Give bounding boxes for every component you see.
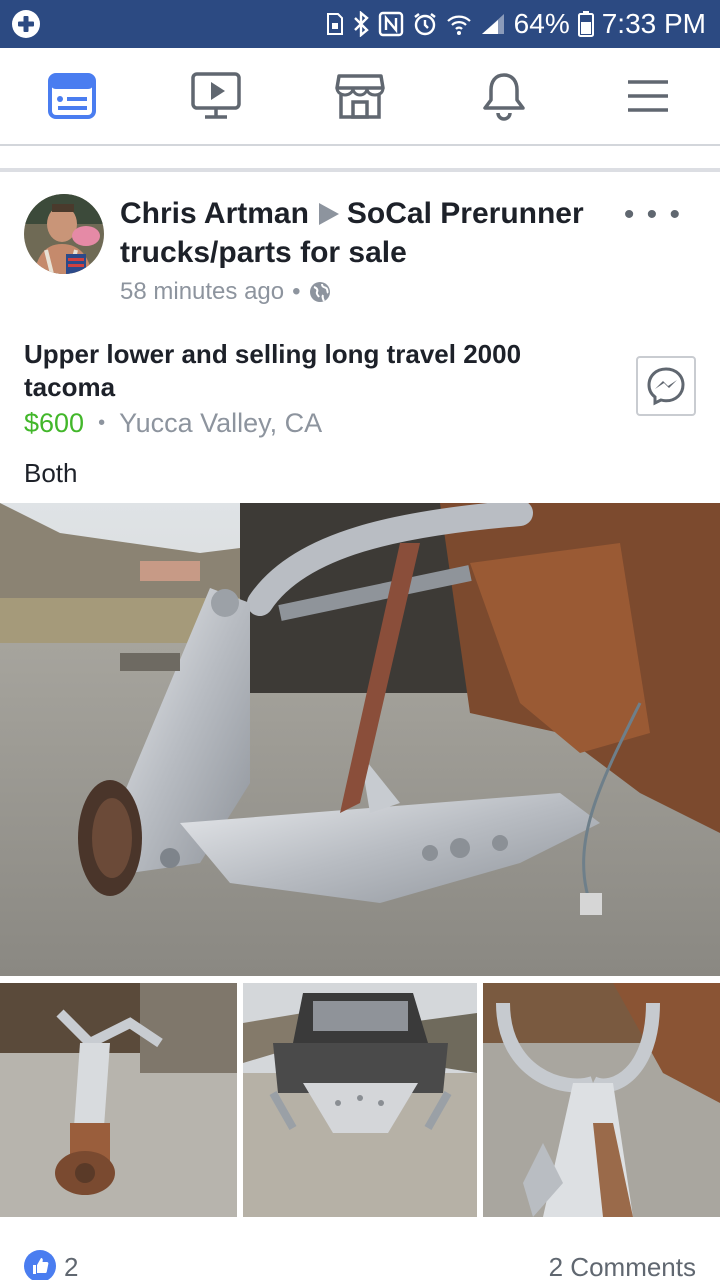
wifi-icon	[446, 15, 471, 35]
messenger-button[interactable]	[636, 356, 696, 416]
status-right: 64% 7:33 PM	[326, 8, 706, 40]
tab-marketplace[interactable]	[320, 56, 400, 136]
like-icon[interactable]	[24, 1250, 56, 1280]
marketplace-icon	[335, 74, 385, 119]
photo-thumbnail-2[interactable]	[243, 983, 477, 1217]
tab-notifications[interactable]	[464, 56, 544, 136]
main-photo[interactable]	[0, 503, 720, 976]
tab-news-feed[interactable]	[32, 56, 112, 136]
price-row: $600 • Yucca Valley, CA	[24, 408, 322, 439]
like-count[interactable]: 2	[64, 1252, 78, 1280]
price-separator: •	[98, 412, 106, 434]
author-name[interactable]: Chris Artman	[120, 197, 309, 230]
post-time[interactable]: 58 minutes ago	[120, 278, 284, 306]
listing-price: $600	[24, 408, 85, 438]
bell-icon	[483, 73, 525, 121]
arrow-right-icon	[318, 203, 339, 225]
sim-icon	[326, 13, 343, 35]
video-icon	[191, 72, 241, 119]
status-bar: 64% 7:33 PM	[0, 0, 720, 48]
meta-separator: •	[292, 278, 301, 305]
post-footer: 2 2 Comments	[0, 1240, 720, 1280]
alarm-icon	[413, 13, 436, 36]
photo-thumbnail-1[interactable]	[0, 983, 237, 1217]
post-body: Both	[24, 458, 78, 488]
listing-title: Upper lower and selling long travel 2000…	[24, 339, 522, 402]
battery-icon	[577, 11, 594, 37]
signal-icon	[481, 14, 504, 34]
battery-percent: 64%	[513, 8, 570, 39]
post-header: Chris Artman SoCal Prerunner trucks/parts…	[120, 194, 640, 272]
messenger-icon	[647, 367, 685, 406]
hamburger-icon	[628, 80, 668, 112]
nav-bar	[0, 48, 720, 146]
plus-badge-icon	[12, 10, 40, 38]
tab-menu[interactable]	[608, 56, 688, 136]
photo-thumbnail-3[interactable]	[483, 983, 720, 1217]
bluetooth-icon	[353, 11, 369, 37]
feed-divider	[0, 146, 720, 172]
post-meta: 58 minutes ago •	[120, 278, 331, 306]
news-feed-icon	[48, 73, 96, 119]
comments-count[interactable]: 2 Comments	[549, 1252, 696, 1280]
more-options-button[interactable]: • • •	[624, 198, 682, 232]
avatar[interactable]	[24, 194, 104, 274]
tab-watch[interactable]	[176, 56, 256, 136]
globe-icon	[309, 282, 330, 302]
nfc-icon	[378, 11, 403, 37]
listing-location: Yucca Valley, CA	[119, 408, 323, 438]
clock: 7:33 PM	[601, 8, 706, 39]
status-left	[12, 10, 40, 38]
